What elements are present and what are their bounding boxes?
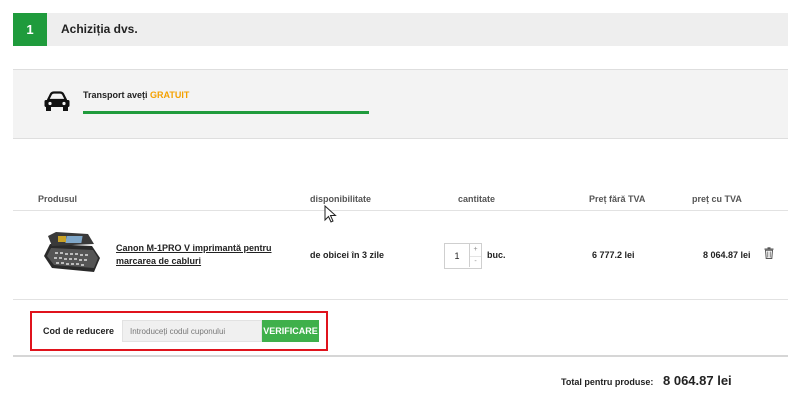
header-divider (13, 210, 788, 211)
car-icon (44, 91, 70, 111)
step-title: Achiziția dvs. (61, 22, 138, 36)
coupon-label: Cod de reducere (43, 326, 115, 336)
quantity-input[interactable]: 1 (445, 244, 469, 268)
column-header-price-gross: preț cu TVA (692, 194, 742, 204)
column-header-availability: disponibilitate (310, 194, 372, 204)
quantity-unit: buc. (487, 250, 506, 260)
transport-progress-bar (83, 111, 369, 114)
trash-icon[interactable] (764, 247, 774, 259)
step-number: 1 (13, 13, 47, 46)
product-name-link[interactable]: Canon M-1PRO V imprimantă pentru marcare… (116, 242, 286, 268)
transport-panel: Transport aveți GRATUIT (13, 69, 788, 139)
total-divider (13, 355, 788, 357)
transport-message: Transport aveți GRATUIT (83, 90, 189, 100)
quantity-decrease-button[interactable]: - (469, 256, 481, 267)
total-value: 8 064.87 lei (663, 373, 732, 388)
quantity-stepper[interactable]: 1 + - (444, 243, 482, 269)
transport-text: Transport aveți (83, 90, 148, 100)
column-header-product: Produsul (38, 194, 78, 204)
mouse-cursor-icon (324, 205, 337, 223)
coupon-code-input[interactable] (122, 320, 262, 342)
transport-free-label: GRATUIT (150, 90, 190, 100)
product-image[interactable] (38, 228, 104, 276)
row-divider (13, 299, 788, 300)
verify-coupon-button[interactable]: VERIFICARE (262, 320, 319, 342)
price-with-vat: 8 064.87 lei (703, 250, 751, 260)
price-without-vat: 6 777.2 lei (592, 250, 635, 260)
total-label: Total pentru produse: (561, 377, 654, 387)
product-availability: de obicei în 3 zile (310, 250, 385, 260)
column-header-quantity: cantitate (458, 194, 496, 204)
step-header: 1 Achiziția dvs. (13, 13, 788, 46)
column-header-price-net: Preț fără TVA (589, 194, 646, 204)
